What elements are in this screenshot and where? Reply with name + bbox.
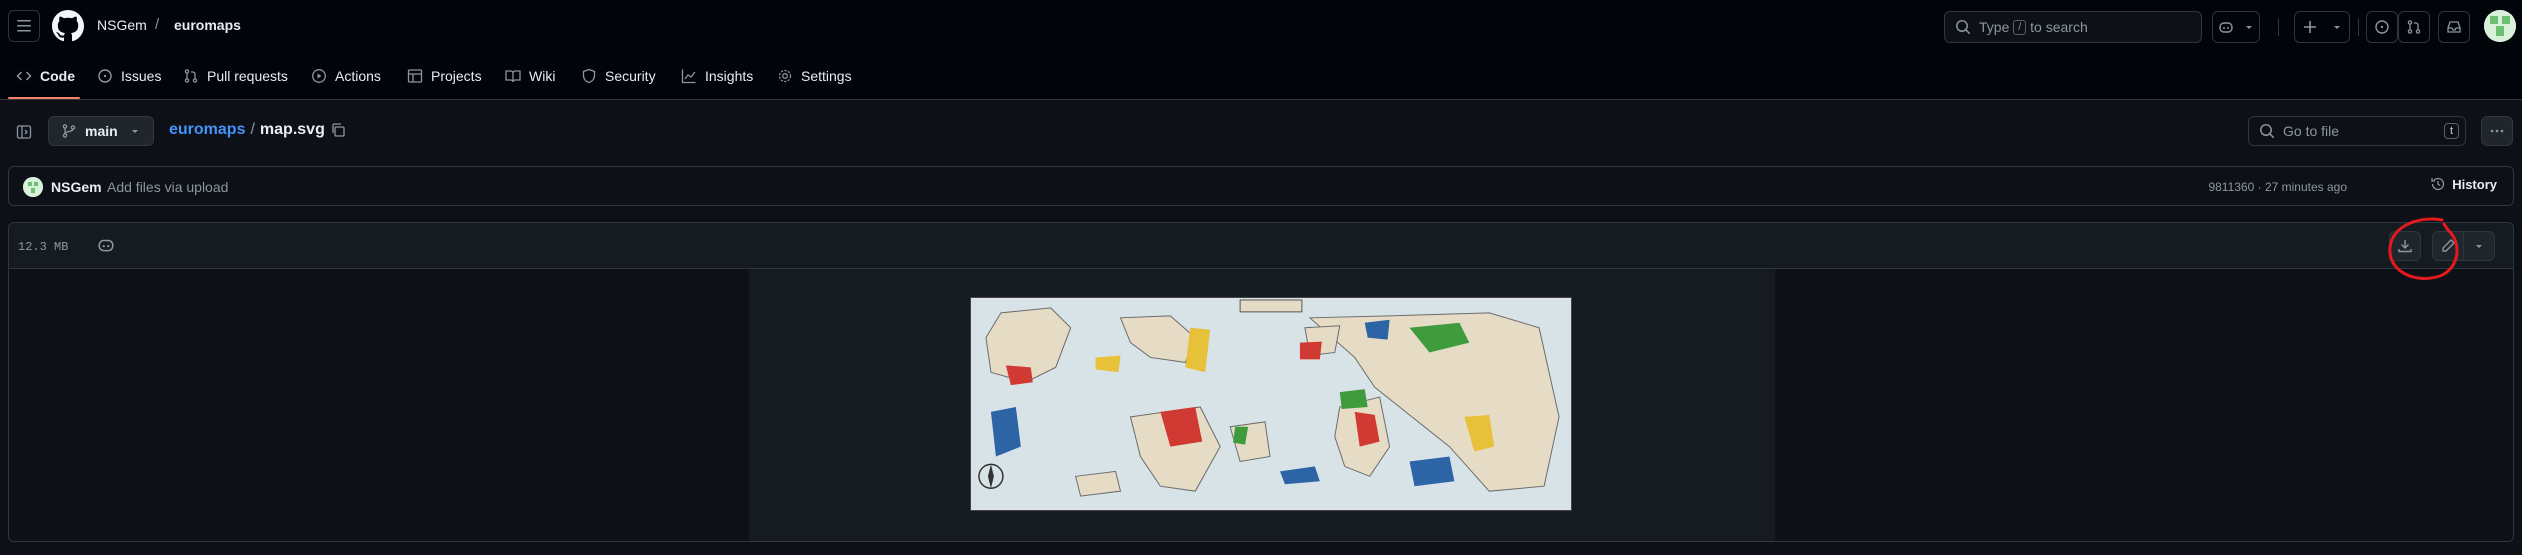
edit-file-button[interactable] [2432, 231, 2464, 261]
map-image [970, 297, 1572, 511]
chevron-down-icon [2476, 245, 2482, 248]
github-logo-icon[interactable] [52, 10, 84, 42]
graph-icon [681, 69, 696, 84]
identicon-icon [2484, 10, 2516, 42]
image-preview [749, 269, 1775, 541]
branch-name: main [85, 123, 118, 139]
create-new-button[interactable] [2294, 11, 2350, 43]
tab-label: Issues [121, 68, 162, 84]
hamburger-icon [17, 20, 31, 32]
chevron-down-icon [2334, 26, 2340, 29]
tab-label: Pull requests [207, 68, 288, 84]
tab-settings[interactable]: Settings [777, 60, 852, 92]
go-to-file-placeholder: Go to file [2283, 123, 2340, 139]
chevron-down-icon [2246, 26, 2252, 29]
copy-icon [332, 123, 345, 137]
go-to-file-shortcut: t [2443, 123, 2459, 139]
git-pull-request-icon [184, 69, 198, 83]
tab-label: Wiki [529, 68, 556, 84]
file-path-bar: main euromaps / map.svg Go to file t [0, 100, 2522, 160]
search-input[interactable]: Type / to search [1944, 11, 2202, 43]
tab-wiki[interactable]: Wiki [505, 60, 555, 92]
history-label: History [2452, 176, 2497, 192]
download-icon [2398, 240, 2412, 253]
tab-pull-requests[interactable]: Pull requests [183, 60, 288, 92]
edit-dropdown-button[interactable] [2463, 231, 2495, 261]
breadcrumb-repo[interactable]: euromaps [169, 121, 245, 138]
tab-label: Settings [801, 68, 852, 84]
latest-commit: NSGem Add files via upload 9811360 · 27 … [8, 166, 2514, 206]
copilot-button[interactable] [2212, 11, 2260, 43]
inbox-button[interactable] [2438, 11, 2470, 43]
code-icon [16, 71, 32, 81]
pull-requests-button[interactable] [2398, 11, 2430, 43]
tab-label: Code [40, 68, 75, 84]
tab-label: Projects [431, 68, 482, 84]
commit-meta[interactable]: 9811360 · 27 minutes ago [2208, 180, 2347, 194]
plus-icon [2304, 21, 2316, 33]
tab-label: Insights [705, 68, 754, 84]
copilot-icon[interactable] [97, 236, 115, 254]
tab-issues[interactable]: Issues [97, 60, 161, 92]
expand-file-tree-button[interactable] [8, 116, 40, 148]
header-row: NSGem / euromaps Type / to search [0, 0, 2522, 52]
book-icon [505, 70, 521, 83]
menu-button[interactable] [8, 10, 40, 42]
file-header: 12.3 MB [9, 223, 2513, 269]
git-branch-icon [62, 124, 76, 138]
inbox-icon [2447, 21, 2461, 33]
search-icon [2260, 124, 2274, 138]
repo-link[interactable]: euromaps [174, 17, 241, 33]
commit-message[interactable]: Add files via upload [107, 179, 228, 195]
tab-projects[interactable]: Projects [407, 60, 482, 92]
breadcrumb-file: map.svg [259, 121, 325, 138]
go-to-file-input[interactable]: Go to file t [2248, 116, 2466, 146]
tab-label: Actions [335, 68, 381, 84]
chevron-down-icon [131, 130, 138, 133]
copilot-icon [2219, 22, 2233, 33]
play-icon [312, 69, 326, 83]
gear-icon [778, 69, 792, 83]
shield-icon [582, 68, 596, 84]
path-separator: / [155, 16, 160, 33]
global-header: NSGem / euromaps Type / to search Code I… [0, 0, 2522, 100]
history-icon [2431, 177, 2445, 191]
issue-opened-icon [98, 69, 112, 83]
pencil-icon [2442, 239, 2455, 252]
tab-actions[interactable]: Actions [311, 60, 381, 92]
header-divider [2358, 18, 2359, 36]
download-raw-button[interactable] [2389, 231, 2421, 261]
history-button[interactable]: History [2430, 176, 2497, 192]
issue-opened-icon [2375, 20, 2389, 34]
issues-button[interactable] [2366, 11, 2398, 43]
active-tab-indicator [8, 97, 80, 99]
branch-selector[interactable]: main [48, 116, 154, 146]
sidebar-expand-icon [16, 125, 32, 139]
commit-author[interactable]: NSGem [51, 179, 102, 195]
tab-code[interactable]: Code [16, 60, 75, 92]
git-pull-request-icon [2407, 20, 2421, 34]
tab-insights[interactable]: Insights [681, 60, 753, 92]
more-options-button[interactable] [2481, 116, 2513, 146]
breadcrumb: euromaps / map.svg [169, 121, 325, 139]
breadcrumb-separator: / [250, 121, 255, 138]
file-viewer: 12.3 MB [8, 222, 2514, 542]
header-divider [2278, 18, 2279, 36]
search-suffix: to search [2030, 19, 2088, 35]
identicon-icon [23, 177, 43, 197]
tab-security[interactable]: Security [581, 60, 656, 92]
copy-path-button[interactable] [322, 114, 354, 146]
kebab-horizontal-icon [2490, 129, 2504, 133]
repo-nav: Code Issues Pull requests Actions Projec… [0, 52, 2522, 100]
avatar[interactable] [2484, 10, 2516, 42]
tab-label: Security [605, 68, 656, 84]
table-icon [407, 69, 423, 83]
search-icon [1956, 20, 1970, 34]
file-size: 12.3 MB [18, 240, 69, 254]
search-prefix: Type [1979, 19, 2010, 35]
avatar[interactable] [23, 177, 43, 197]
owner-link[interactable]: NSGem [97, 17, 147, 33]
search-shortcut: / [2013, 19, 2027, 35]
